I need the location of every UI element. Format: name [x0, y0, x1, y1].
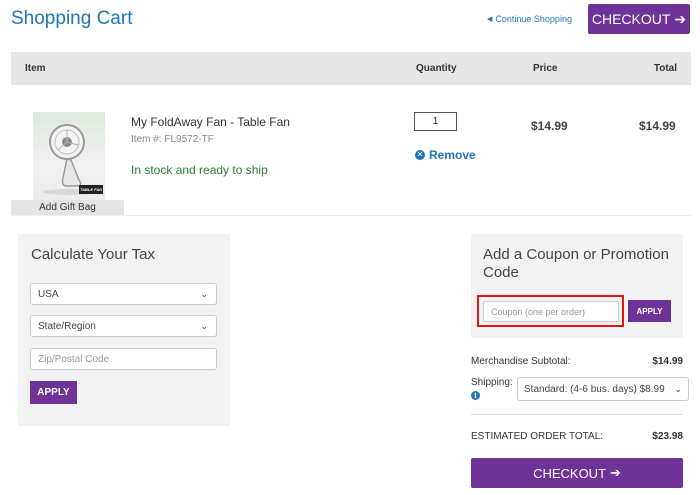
- coupon-panel-title: Add a Coupon or Promotion Code: [483, 246, 669, 281]
- checkout-label: CHECKOUT: [533, 465, 607, 481]
- product-image-tag: TABLE FAN: [80, 187, 103, 192]
- remove-item-link[interactable]: ✕ Remove: [415, 148, 476, 162]
- country-select-value: USA: [38, 288, 59, 300]
- info-icon[interactable]: i: [471, 391, 480, 400]
- zip-code-input[interactable]: [30, 348, 217, 370]
- remove-circle-icon: ✕: [415, 150, 425, 160]
- chevron-down-icon: ⌄: [200, 320, 208, 331]
- item-total: $14.99: [639, 119, 676, 133]
- stock-status: In stock and ready to ship: [131, 163, 268, 177]
- arrow-right-icon: ➔: [610, 465, 621, 480]
- row-divider: [11, 215, 691, 216]
- chevron-down-icon: ⌄: [200, 288, 208, 299]
- add-gift-bag-button[interactable]: Add Gift Bag: [11, 200, 124, 215]
- continue-shopping-link[interactable]: ◀ Continue Shopping: [487, 14, 572, 24]
- column-header-quantity: Quantity: [416, 63, 457, 74]
- estimated-total-value: $23.98: [652, 431, 683, 442]
- coupon-code-input[interactable]: [483, 301, 619, 322]
- chevron-down-icon: ⌄: [674, 383, 682, 394]
- region-select-value: State/Region: [38, 320, 96, 332]
- cart-table-header: Item Quantity Price Total: [11, 52, 691, 85]
- checkout-label: CHECKOUT: [591, 11, 671, 27]
- estimated-total-label: ESTIMATED ORDER TOTAL:: [471, 431, 604, 442]
- product-image[interactable]: TABLE FAN: [33, 112, 105, 200]
- item-price: $14.99: [531, 119, 568, 133]
- shipping-method-select[interactable]: Standard: (4-6 bus. days) $8.99 ⌄: [517, 377, 689, 401]
- region-select[interactable]: State/Region ⌄: [30, 315, 217, 337]
- arrow-right-icon: ➔: [674, 10, 687, 27]
- quantity-input[interactable]: [414, 112, 457, 131]
- item-name-link[interactable]: My FoldAway Fan - Table Fan: [131, 115, 290, 129]
- page-title: Shopping Cart: [11, 8, 133, 29]
- item-number: Item #: FL9572-TF: [131, 134, 214, 145]
- tax-panel-title: Calculate Your Tax: [31, 246, 155, 263]
- continue-shopping-label: Continue Shopping: [495, 14, 572, 24]
- shipping-label: Shipping:: [471, 377, 513, 388]
- column-header-item: Item: [25, 63, 46, 74]
- summary-divider: [471, 414, 683, 415]
- shipping-method-value: Standard: (4-6 bus. days) $8.99: [524, 383, 665, 395]
- subtotal-value: $14.99: [652, 356, 683, 367]
- coupon-apply-button[interactable]: APPLY: [628, 300, 671, 322]
- checkout-button-bottom[interactable]: CHECKOUT ➔: [471, 458, 683, 488]
- column-header-total: Total: [653, 63, 677, 74]
- remove-label: Remove: [429, 148, 476, 162]
- tax-apply-button[interactable]: APPLY: [30, 381, 77, 404]
- column-header-price: Price: [533, 63, 558, 74]
- subtotal-label: Merchandise Subtotal:: [471, 356, 571, 367]
- checkout-button-top[interactable]: CHECKOUT ➔: [588, 4, 690, 34]
- chevron-left-icon: ◀: [487, 16, 493, 23]
- country-select[interactable]: USA ⌄: [30, 283, 217, 305]
